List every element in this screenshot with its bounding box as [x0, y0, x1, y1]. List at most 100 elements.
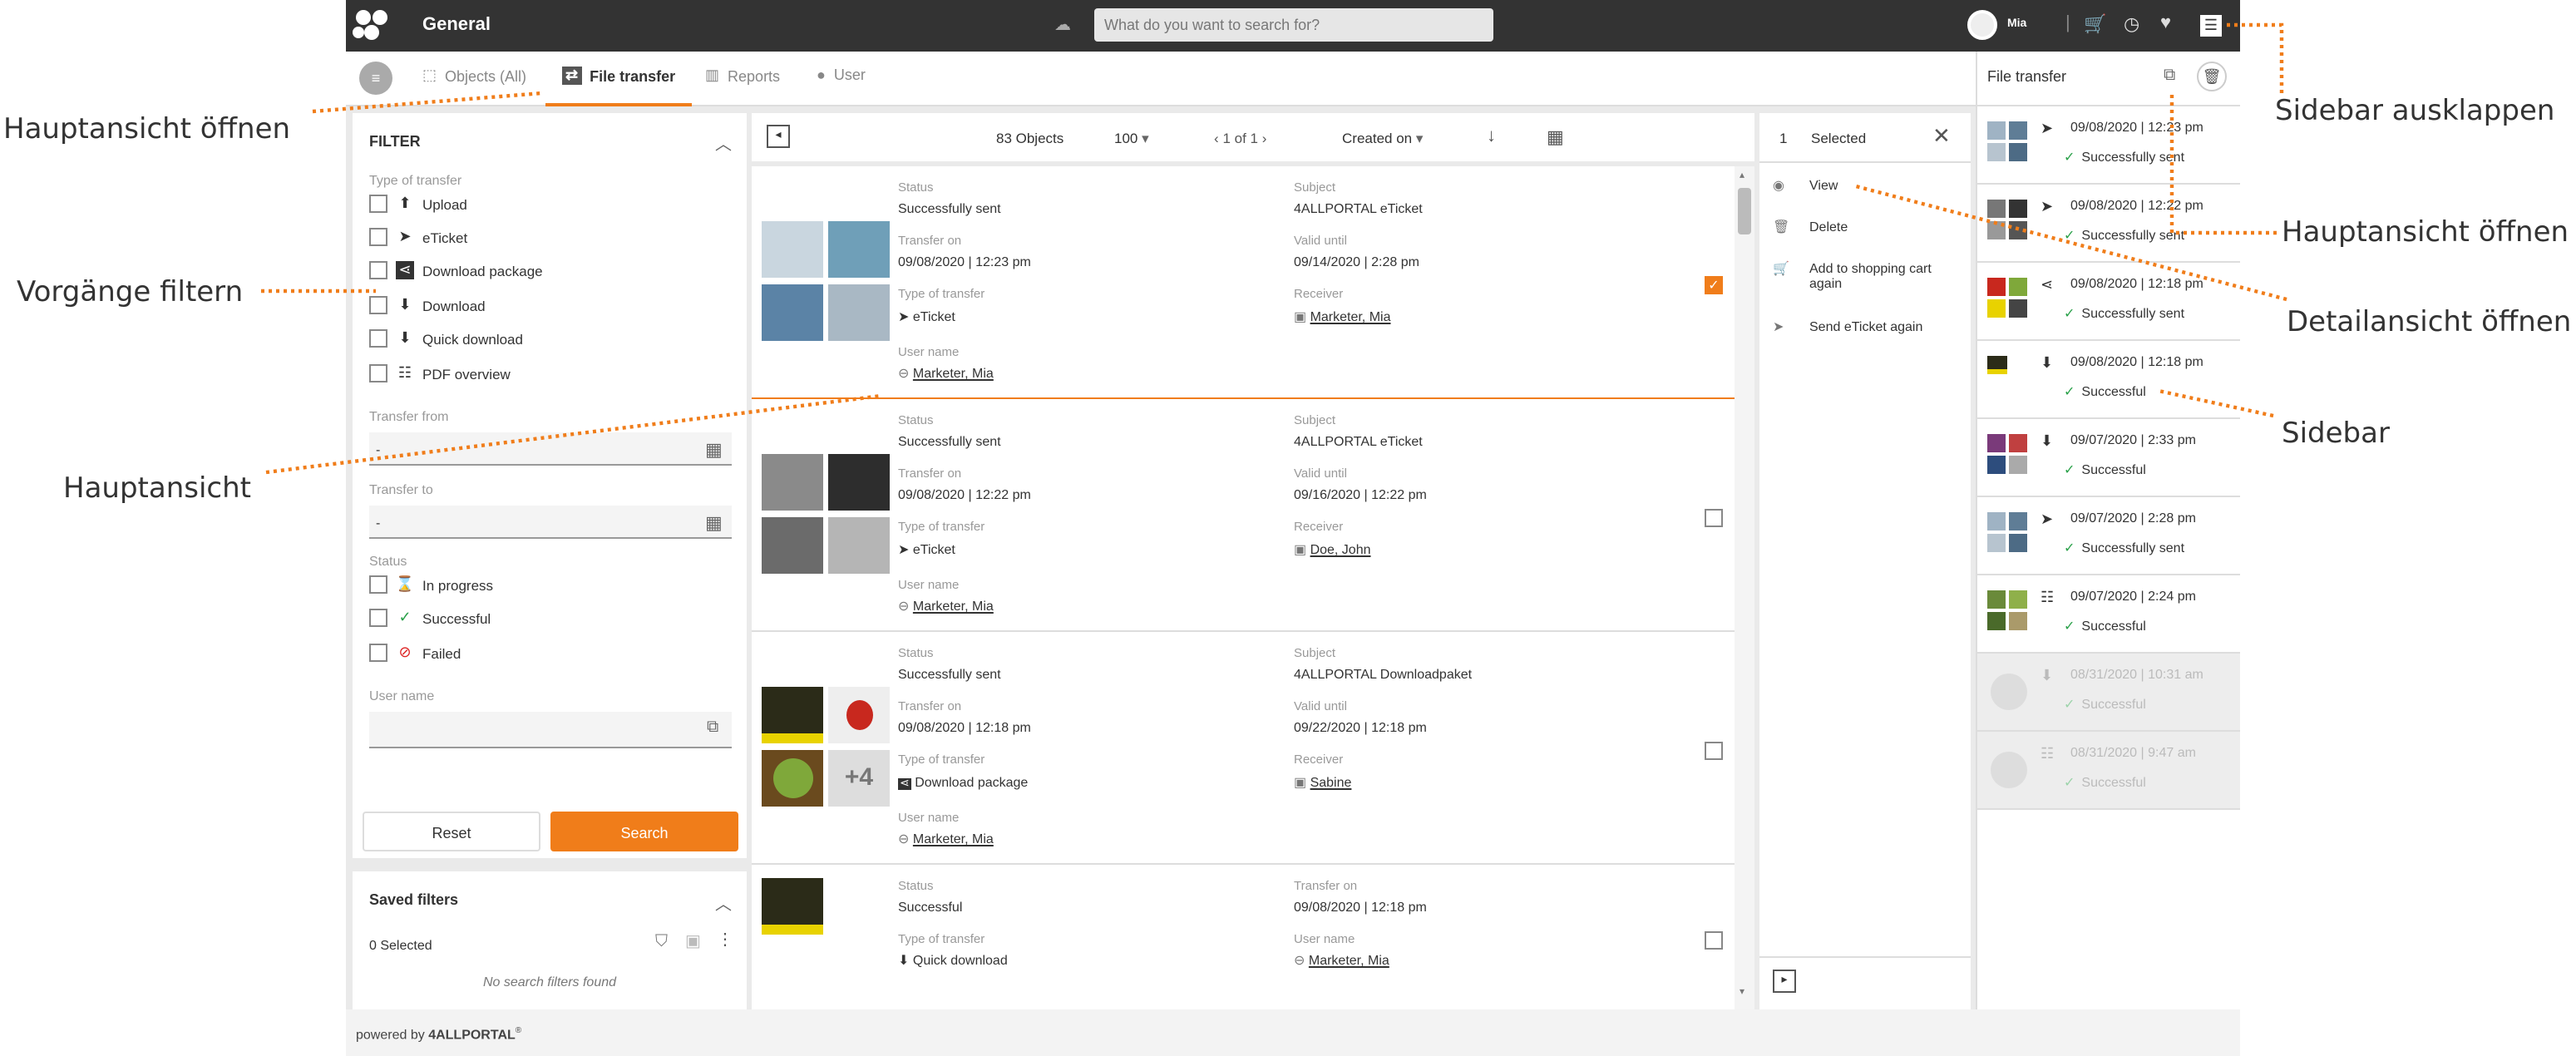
sidebar-item[interactable]: ⬇ 09/07/2020 | 2:33 pm ✓ Successful	[1977, 419, 2240, 497]
sort-select[interactable]: Created on ▾	[1342, 130, 1423, 148]
more-icon[interactable]: ⋮	[717, 931, 733, 950]
action-label: Send eTicket again	[1809, 319, 1923, 334]
row-checkbox[interactable]	[1705, 509, 1723, 527]
tab-file-transfer[interactable]: ⇄ File transfer	[562, 67, 675, 85]
action-view[interactable]: ◉ View	[1773, 178, 1838, 193]
scroll-down-icon[interactable]: ▾	[1740, 986, 1744, 998]
checkbox[interactable]	[369, 575, 387, 594]
next-page-icon[interactable]: ›	[1262, 130, 1267, 146]
heart-icon[interactable]: ♥	[2160, 13, 2171, 33]
hourglass-icon: ⌛	[395, 575, 415, 592]
sidebar-item[interactable]: ☷ 09/07/2020 | 2:24 pm ✓ Successful	[1977, 575, 2240, 654]
table-row[interactable]: Status Successful Type of transfer ⬇ Qui…	[752, 865, 1735, 1009]
user-link[interactable]: Marketer, Mia	[913, 366, 994, 381]
sidebar-item[interactable]: ⬇ 08/31/2020 | 10:31 am ✓ Successful	[1977, 654, 2240, 732]
action-delete[interactable]: 🗑 Delete	[1773, 220, 1848, 234]
checkbox[interactable]	[369, 261, 387, 279]
scrollbar-thumb[interactable]	[1738, 188, 1751, 234]
expand-panel-icon[interactable]: ▸	[1773, 970, 1796, 993]
type-pdf-overview[interactable]: ☷ PDF overview	[369, 364, 511, 382]
user-link[interactable]: Marketer, Mia	[1309, 953, 1389, 968]
user-avatar[interactable]	[1967, 10, 1997, 40]
sidebar-item[interactable]: ➤ 09/08/2020 | 12:22 pm ✓ Successfully sent	[1977, 185, 2240, 263]
search-input[interactable]: What do you want to search for?	[1094, 8, 1493, 42]
calendar-icon[interactable]: ▦	[705, 512, 723, 534]
type-download[interactable]: ⬇ Download	[369, 296, 486, 314]
collapse-filter-icon[interactable]: ◂	[767, 125, 790, 148]
table-row[interactable]: Status Successfully sent Transfer on 09/…	[752, 166, 1735, 399]
action-send-eticket[interactable]: ➤ Send eTicket again	[1773, 319, 1922, 334]
type-upload[interactable]: ⬆ Upload	[369, 195, 467, 213]
grid-view-icon[interactable]: ▦	[1547, 126, 1564, 148]
open-external-icon[interactable]: ⧉	[707, 718, 718, 737]
checkbox[interactable]	[369, 329, 387, 348]
field-value: ➤ eTicket	[898, 542, 955, 557]
reset-button[interactable]: Reset	[363, 812, 540, 851]
receiver-link[interactable]: Doe, John	[1310, 542, 1371, 557]
save-icon[interactable]: ▣	[685, 933, 701, 951]
status-failed[interactable]: ⊘ Failed	[369, 644, 461, 662]
field-label: Subject	[1294, 180, 1336, 195]
delete-all-icon[interactable]: 🗑	[2197, 62, 2227, 91]
upload-cloud-icon[interactable]: ☁	[1054, 17, 1071, 35]
type-eticket[interactable]: ➤ eTicket	[369, 228, 467, 246]
checkbox[interactable]	[369, 195, 387, 213]
table-row[interactable]: Status Successfully sent Transfer on 09/…	[752, 399, 1735, 632]
receiver-link[interactable]: Sabine	[1310, 775, 1352, 790]
share-icon: ⋖	[396, 261, 414, 279]
transfer-to-input[interactable]: -	[369, 506, 732, 539]
app-logo[interactable]	[353, 10, 392, 43]
scroll-up-icon[interactable]: ▴	[1740, 170, 1744, 181]
pagination[interactable]: ‹ 1 of 1 ›	[1214, 130, 1266, 146]
type-quick-download[interactable]: ⬇ Quick download	[369, 329, 523, 348]
status-in-progress[interactable]: ⌛ In progress	[369, 575, 493, 594]
check-icon: ✓	[2064, 619, 2075, 634]
row-checkbox[interactable]: ✓	[1705, 276, 1723, 294]
sidebar-toggle-icon[interactable]: ☰	[2200, 15, 2222, 37]
receiver-link[interactable]: Marketer, Mia	[1310, 309, 1391, 324]
username-input[interactable]	[369, 712, 732, 748]
transfer-from-input[interactable]: -	[369, 432, 732, 466]
clock-icon[interactable]: ◷	[2124, 13, 2139, 35]
prev-page-icon[interactable]: ‹	[1214, 130, 1219, 146]
scrollbar[interactable]: ▴ ▾	[1735, 166, 1754, 1009]
checkbox[interactable]	[369, 364, 387, 382]
tab-reports[interactable]: ▥ Reports	[705, 67, 780, 85]
collapse-icon[interactable]: ︿	[715, 130, 732, 155]
action-add-to-cart[interactable]: 🛒 Add to shopping cart again	[1773, 261, 1964, 291]
open-main-view-icon[interactable]: ⧉	[2164, 67, 2175, 85]
sort-direction-icon[interactable]: ↓	[1487, 126, 1496, 146]
sidebar-item[interactable]: ⬇ 09/08/2020 | 12:18 pm ✓ Successful	[1977, 341, 2240, 419]
row-checkbox[interactable]	[1705, 742, 1723, 760]
close-icon[interactable]: ✕	[1932, 123, 1951, 150]
calendar-icon[interactable]: ▦	[705, 439, 723, 461]
sidebar-item[interactable]: ☷ 08/31/2020 | 9:47 am ✓ Successful	[1977, 732, 2240, 810]
filter-add-icon[interactable]: ⛉	[655, 933, 668, 951]
checkbox[interactable]	[369, 609, 387, 627]
sidebar-item[interactable]: ⋖ 09/08/2020 | 12:18 pm ✓ Successfully sent	[1977, 263, 2240, 341]
type-download-package[interactable]: ⋖ Download package	[369, 261, 543, 279]
checkbox[interactable]	[369, 228, 387, 246]
user-name[interactable]: Mia	[2007, 18, 2026, 30]
sidebar-item[interactable]: ➤ 09/08/2020 | 12:23 pm ✓ Successfully sent	[1977, 106, 2240, 185]
menu-icon[interactable]: ≡	[359, 62, 392, 95]
checkbox[interactable]	[369, 644, 387, 662]
tab-user[interactable]: ● User	[817, 67, 866, 83]
row-checkbox[interactable]	[1705, 931, 1723, 950]
per-page-select[interactable]: 100 ▾	[1114, 130, 1149, 148]
table-row[interactable]: +4 Status Successfully sent Transfer on …	[752, 632, 1735, 865]
user-icon: ⊖	[898, 599, 913, 614]
shopping-cart-icon[interactable]: 🛒	[2084, 13, 2106, 35]
tab-objects[interactable]: ⬚ Objects (All)	[422, 67, 526, 85]
checkbox[interactable]	[369, 296, 387, 314]
user-link[interactable]: Marketer, Mia	[913, 831, 994, 846]
field-label: Subject	[1294, 645, 1336, 660]
sidebar-item[interactable]: ➤ 09/07/2020 | 2:28 pm ✓ Successfully sent	[1977, 497, 2240, 575]
status-successful[interactable]: ✓ Successful	[369, 609, 491, 627]
user-link[interactable]: Marketer, Mia	[913, 599, 994, 614]
thumbnail	[828, 517, 890, 574]
collapse-icon[interactable]: ︿	[715, 890, 732, 915]
search-button[interactable]: Search	[550, 812, 738, 851]
thumbnail	[1987, 456, 2006, 474]
share-icon: ⋖	[898, 778, 911, 790]
